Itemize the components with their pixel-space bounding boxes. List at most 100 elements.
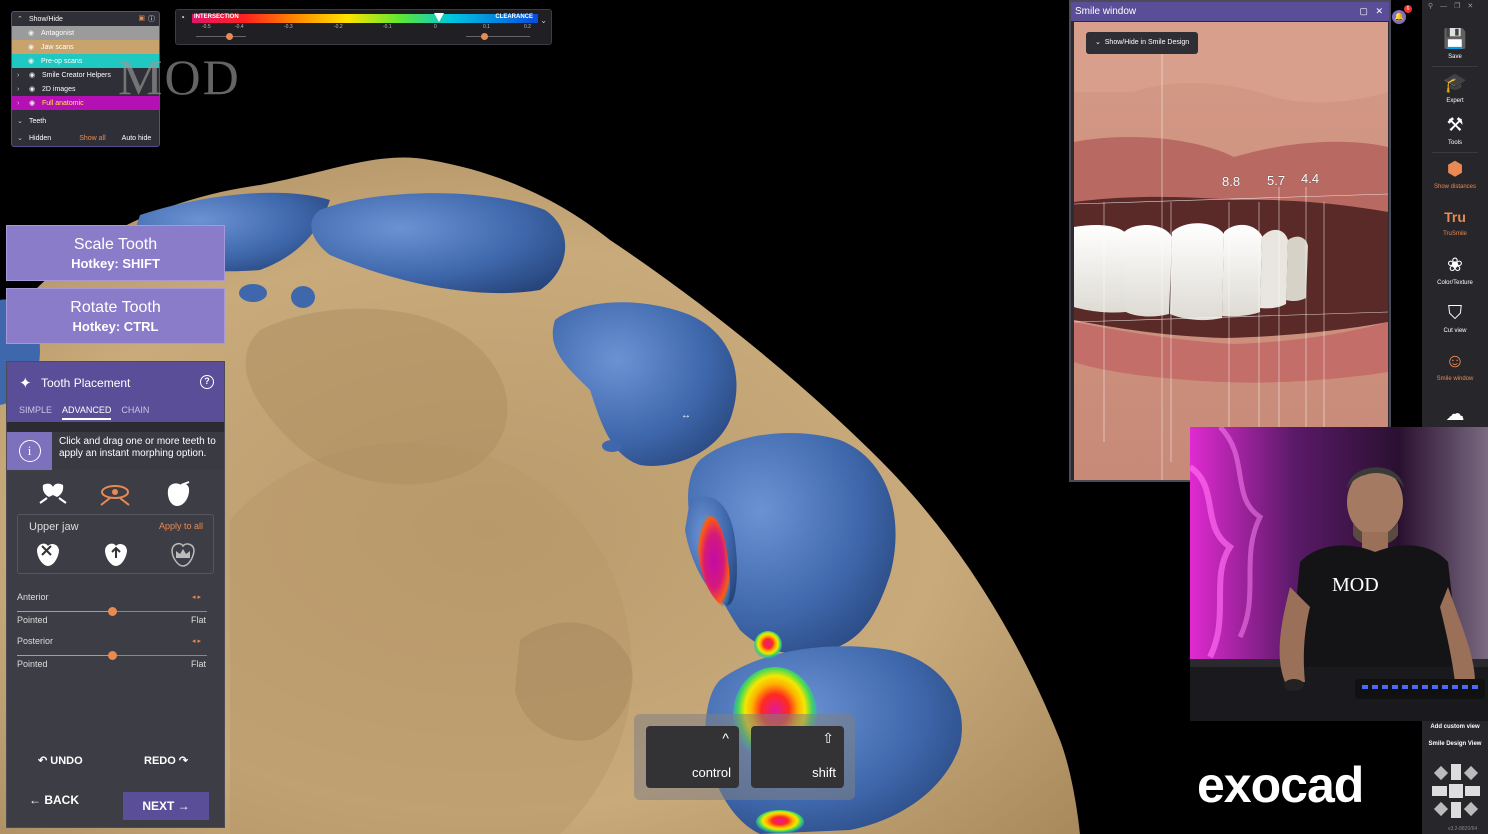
upper-jaw-group: Upper jaw Apply to all — [17, 514, 214, 574]
toolbar-color-texture[interactable]: ❀ Color/Texture — [1422, 254, 1488, 286]
intersection-slider-track[interactable] — [196, 36, 246, 37]
panel-title: Tooth Placement — [41, 376, 131, 390]
auto-hide-link[interactable]: Auto hide — [122, 135, 152, 142]
eye-icon[interactable]: ◉ — [29, 99, 38, 107]
caret-icon: ^ — [722, 730, 729, 746]
posterior-arrows[interactable]: ◂ ▸ — [192, 637, 201, 645]
close-icon[interactable]: ✕ — [1467, 3, 1480, 10]
anterior-slider-knob[interactable] — [107, 607, 117, 616]
help-icon[interactable]: ? — [200, 375, 214, 389]
user-icon[interactable]: ⚲ — [1428, 3, 1440, 10]
show-hide-item-teeth[interactable]: ⌄ Teeth — [12, 114, 159, 128]
toolbar-expert[interactable]: 🎓 Expert — [1422, 72, 1488, 104]
chevron-down-icon[interactable]: ⌄ — [17, 117, 25, 125]
eye-icon[interactable]: ◉ — [29, 85, 38, 93]
smile-design-view-link[interactable]: Smile Design View — [1422, 741, 1488, 747]
exocad-window: ↔ ⌃ Show/Hide ▣ ⓘ ◉ Antagonist ◉ Jaw sca… — [0, 0, 1488, 834]
posterior-right-label: Flat — [191, 659, 207, 669]
tooth-placement-header: ✦ Tooth Placement ? SIMPLE ADVANCED CHAI… — [7, 362, 224, 422]
clearance-slider-knob[interactable] — [481, 33, 488, 40]
smile-photo[interactable]: ⌄ Show/Hide in Smile Design 8.8 5.7 4.4 — [1074, 22, 1388, 480]
chevron-right-icon[interactable]: › — [17, 100, 25, 107]
show-hide-header[interactable]: ⌃ Show/Hide ▣ ⓘ — [12, 12, 159, 26]
divider — [1432, 152, 1478, 153]
restore-icon[interactable]: ❐ — [1454, 3, 1467, 10]
anterior-slider-fill — [17, 611, 112, 612]
move-teeth-icon[interactable] — [36, 480, 70, 508]
undo-button[interactable]: ↶ UNDO — [38, 754, 83, 767]
intersection-slider-knob[interactable] — [226, 33, 233, 40]
notification-bell-icon[interactable]: 🔔 — [1392, 10, 1406, 24]
tab-advanced[interactable]: ADVANCED — [62, 405, 112, 420]
info-box: i Click and drag one or more teeth to ap… — [7, 422, 224, 470]
back-button[interactable]: ← BACK — [29, 793, 79, 807]
next-button[interactable]: NEXT → — [123, 792, 209, 820]
add-custom-view-link[interactable]: Add custom view — [1422, 724, 1488, 730]
anterior-arrows[interactable]: ◂ ▸ — [192, 593, 201, 601]
view-navigator-icon[interactable] — [1430, 762, 1482, 825]
eye-icon[interactable]: ◉ — [28, 57, 37, 65]
arrow-left-icon: ← — [29, 793, 41, 807]
svg-text:↔: ↔ — [681, 410, 691, 421]
chevron-up-icon: ⌃ — [17, 16, 23, 23]
rotate-tooth-button[interactable]: Rotate Tooth Hotkey: CTRL — [6, 288, 225, 344]
show-hide-in-smile-design-button[interactable]: ⌄ Show/Hide in Smile Design — [1086, 32, 1199, 54]
toolbar-save[interactable]: 💾 Save — [1422, 28, 1488, 60]
help-icon[interactable]: ⓘ — [148, 14, 155, 24]
close-icon[interactable]: ✕ — [1375, 6, 1383, 16]
anterior-right-label: Flat — [191, 615, 207, 625]
tooth-shape-icon[interactable] — [161, 480, 195, 508]
zero-marker — [434, 13, 444, 22]
undo-icon: ↶ — [38, 755, 48, 767]
posterior-slider-knob[interactable] — [107, 651, 117, 660]
gauge-icon: ◔ — [180, 13, 185, 22]
measurement-label: 5.7 — [1267, 173, 1286, 188]
chevron-right-icon[interactable]: › — [17, 86, 25, 93]
toolbar-cut-view[interactable]: ⛉ Cut view — [1422, 302, 1488, 334]
face-icon: ☺ — [1445, 351, 1465, 372]
palette-icon: ❀ — [1447, 255, 1463, 276]
smile-window-title: Smile window — [1075, 6, 1137, 17]
toolbar-trusmile[interactable]: Tru TruSmile — [1422, 205, 1488, 237]
distances-icon: ⬢ — [1446, 159, 1464, 180]
filter-icon[interactable]: ▣ — [138, 14, 145, 24]
maximize-icon[interactable]: ▢ — [1359, 6, 1368, 16]
tab-simple[interactable]: SIMPLE — [19, 405, 52, 420]
view-morph-icon[interactable] — [98, 480, 132, 508]
control-key: ^ control — [646, 726, 739, 788]
toolbar-show-distances[interactable]: ⬢ Show distances — [1422, 158, 1488, 190]
apply-to-all-link[interactable]: Apply to all — [159, 521, 203, 531]
presenter-image: MOD — [1190, 427, 1488, 721]
toolbar-cloud[interactable]: ☁ — [1422, 403, 1488, 427]
scissors-tooth-icon[interactable] — [32, 539, 64, 569]
mode-tabs: SIMPLE ADVANCED CHAIN — [19, 405, 149, 420]
anterior-label: Anterior — [17, 592, 49, 602]
redo-button[interactable]: REDO ↷ — [144, 754, 188, 767]
eye-icon[interactable]: ◉ — [28, 29, 37, 37]
chevron-right-icon[interactable]: › — [17, 72, 25, 79]
posterior-left-label: Pointed — [17, 659, 48, 669]
toolbar-smile-window[interactable]: ☺ Smile window — [1422, 350, 1488, 382]
chevron-down-icon: ⌄ — [1095, 39, 1101, 46]
anterior-left-label: Pointed — [17, 615, 48, 625]
info-text: Click and drag one or more teeth to appl… — [59, 436, 216, 459]
eye-icon[interactable]: ◉ — [28, 43, 37, 51]
raise-tooth-icon[interactable] — [100, 539, 132, 569]
posterior-label: Posterior — [17, 636, 54, 646]
show-hide-item-antagonist[interactable]: ◉ Antagonist — [12, 26, 159, 40]
scale-tooth-button[interactable]: Scale Tooth Hotkey: SHIFT — [6, 225, 225, 281]
crown-tooth-icon[interactable] — [167, 539, 199, 569]
tab-chain[interactable]: CHAIN — [121, 405, 149, 420]
intersection-label: INTERSECTION — [194, 14, 239, 20]
clearance-slider-track[interactable] — [466, 36, 530, 37]
notification-badge: 6 — [1404, 5, 1412, 13]
chevron-down-icon[interactable]: ⌄ — [17, 134, 25, 142]
eye-icon[interactable]: ◉ — [29, 71, 38, 79]
chevron-down-icon[interactable]: ⌄ — [540, 16, 547, 25]
scale-ticks: -0.5 -0.4 -0.3 -0.2 -0.1 0 0.1 0.2 — [202, 24, 531, 30]
minimize-icon[interactable]: — — [1440, 3, 1454, 10]
toolbar-tools[interactable]: ⚒ Tools — [1422, 114, 1488, 146]
show-all-link[interactable]: Show all — [79, 135, 105, 142]
shirt-logo: MOD — [1332, 574, 1379, 596]
upper-jaw-icons — [32, 539, 199, 569]
